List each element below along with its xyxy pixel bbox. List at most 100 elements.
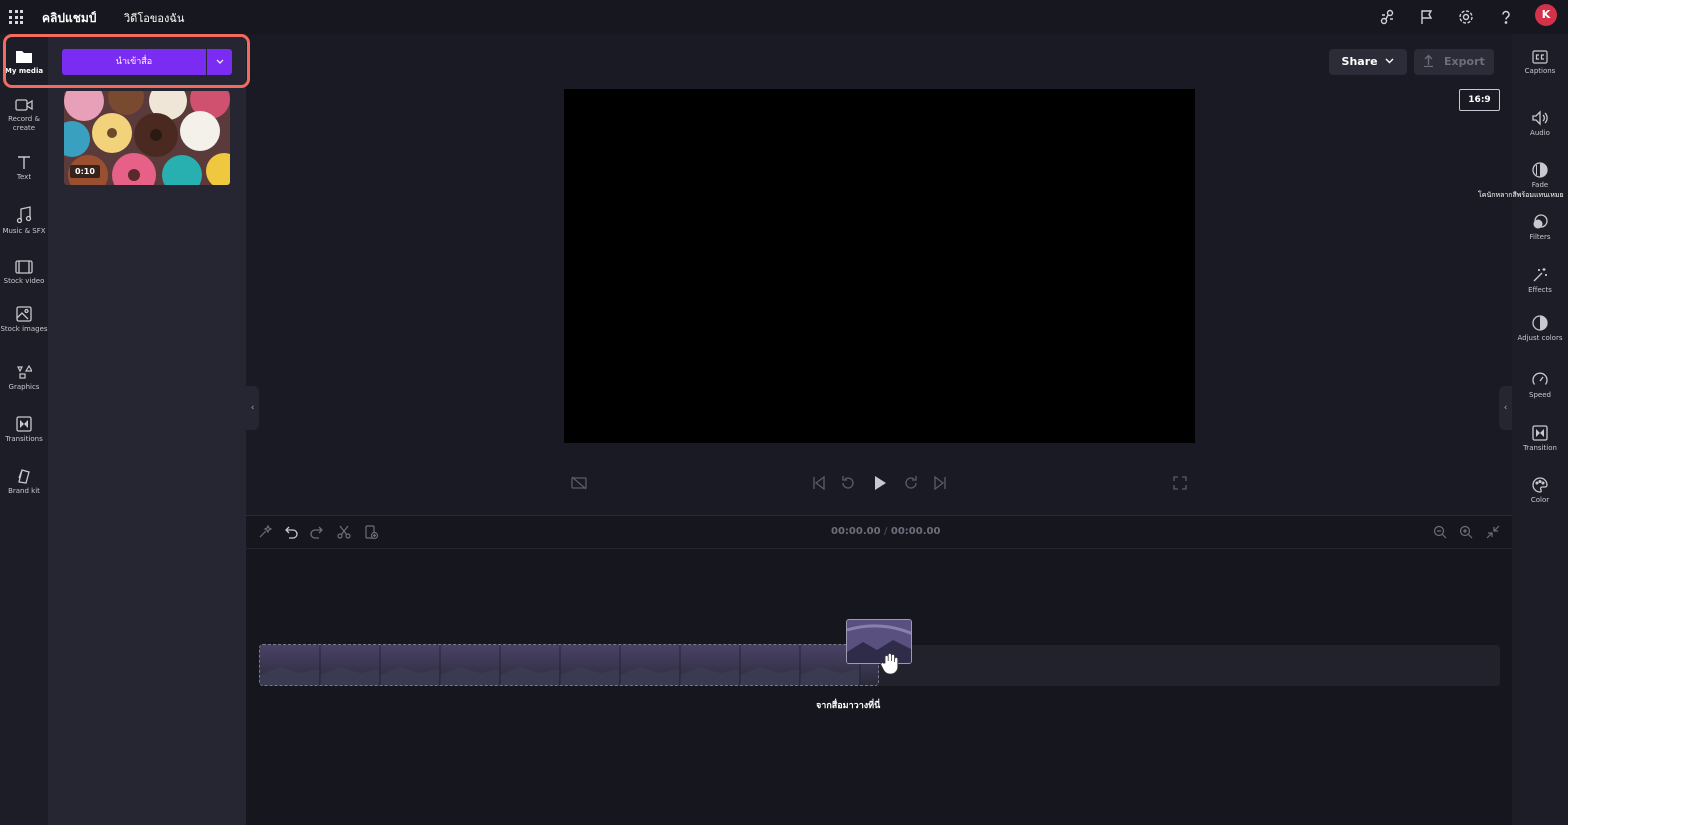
media-duration-badge: 0:10 [70, 165, 100, 178]
speedometer-icon [1532, 372, 1548, 385]
sidebar-item-label: Music & SFX [2, 227, 46, 235]
zoom-out-icon[interactable] [1432, 524, 1448, 540]
video-preview [564, 89, 1195, 443]
drop-hint-label: จากสื่อมาวางที่นี่ [816, 701, 881, 711]
captions-icon [1532, 50, 1548, 64]
top-bar: คลิปแชมป์ วิดีโอของฉัน K [0, 0, 1568, 34]
sidebar-item-transition[interactable]: Transition [1512, 425, 1568, 453]
filters-icon [1533, 214, 1548, 229]
speaker-icon [1532, 110, 1548, 126]
flag-icon[interactable] [1418, 8, 1436, 26]
rewind-5-icon[interactable] [839, 474, 857, 492]
sidebar-item-color[interactable]: Color [1512, 477, 1568, 505]
brand-icon [18, 469, 30, 484]
skip-back-icon[interactable] [810, 474, 828, 492]
timeline-timecode: 00:00.00 / 00:00.00 [831, 526, 940, 537]
wand-icon [1533, 268, 1547, 282]
sidebar-item-brand-kit[interactable]: Brand kit [0, 468, 48, 496]
sidebar-item-label: Effects [1528, 286, 1552, 294]
right-sidebar: Captions Audio Fade Filters Effects Adju… [1512, 34, 1568, 825]
fade-icon [1532, 162, 1548, 178]
sidebar-item-label: Adjust colors [1517, 334, 1563, 342]
collapse-properties-panel-button[interactable]: ‹ [1499, 386, 1512, 430]
undo-icon[interactable] [283, 524, 299, 540]
sidebar-item-label: Filters [1529, 233, 1551, 241]
transition-icon [16, 416, 32, 432]
current-time: 00:00.00 [831, 526, 881, 537]
sidebar-item-stock-images[interactable]: Stock images [0, 306, 48, 334]
sidebar-item-captions[interactable]: Captions [1512, 50, 1568, 76]
timeline-toolbar: 00:00.00 / 00:00.00 [246, 516, 1512, 549]
timeline: 00:00.00 / 00:00.00 จากสื่อมาวางที่นี่ [246, 515, 1512, 825]
sidebar-item-filters[interactable]: Filters [1512, 214, 1568, 242]
sidebar-item-label: Transitions [5, 435, 43, 443]
sidebar-item-label: Transition [1523, 444, 1557, 452]
help-icon[interactable] [1497, 8, 1515, 26]
media-item-donuts[interactable]: 0:10 [64, 91, 230, 185]
magic-edit-icon[interactable] [257, 524, 273, 540]
chevron-down-icon [1385, 49, 1394, 75]
sidebar-item-label: Graphics [8, 383, 40, 391]
left-sidebar: My media Record & create Text Music & SF… [0, 34, 48, 825]
sidebar-item-speed[interactable]: Speed [1512, 372, 1568, 400]
split-scissors-icon[interactable] [336, 524, 352, 540]
timeline-drop-zone[interactable] [259, 644, 879, 686]
shapes-icon [17, 364, 32, 379]
dragged-clip-preview-strip [260, 645, 878, 685]
fade-tooltip: โคนักหลากสีพร้อมแทนเหมย [1478, 191, 1564, 199]
app-launcher-icon[interactable] [9, 10, 23, 24]
film-icon [15, 260, 33, 274]
grab-hand-icon [880, 653, 899, 675]
total-time: 00:00.00 [890, 526, 941, 537]
sidebar-item-label: Brand kit [8, 487, 40, 495]
gear-icon[interactable] [1457, 8, 1475, 26]
avatar[interactable]: K [1535, 4, 1557, 26]
export-label: Export [1444, 55, 1485, 68]
transition-icon [1532, 425, 1548, 441]
text-icon [18, 156, 30, 169]
sidebar-item-label: Captions [1524, 67, 1556, 75]
time-separator: / [884, 526, 888, 537]
add-to-timeline-icon[interactable] [363, 524, 379, 540]
zoom-in-icon[interactable] [1458, 524, 1474, 540]
play-icon[interactable] [871, 474, 889, 492]
music-icon [16, 206, 32, 224]
image-icon [16, 306, 32, 322]
import-highlight-outline [3, 34, 250, 88]
sidebar-item-text[interactable]: Text [0, 154, 48, 182]
hide-preview-icon[interactable] [570, 474, 588, 492]
sidebar-item-music-sfx[interactable]: Music & SFX [0, 206, 48, 236]
aspect-ratio-button[interactable]: 16:9 [1459, 89, 1500, 111]
sidebar-item-label: Fade [1531, 181, 1549, 189]
share-link-icon[interactable] [1378, 8, 1396, 26]
nav-my-videos[interactable]: วิดีโอของฉัน [124, 9, 184, 27]
sidebar-item-label: Text [16, 173, 32, 181]
sidebar-item-label: Speed [1529, 391, 1551, 399]
palette-icon [1532, 477, 1548, 493]
upload-icon [1423, 51, 1434, 77]
forward-5-icon[interactable] [902, 474, 920, 492]
app-name[interactable]: คลิปแชมป์ [42, 9, 96, 28]
sidebar-item-stock-video[interactable]: Stock video [0, 260, 48, 286]
sidebar-item-label: Record & create [8, 115, 40, 132]
fit-timeline-icon[interactable] [1485, 524, 1501, 540]
sidebar-item-adjust-colors[interactable]: Adjust colors [1512, 315, 1568, 343]
sidebar-item-label: Audio [1530, 129, 1550, 137]
sidebar-item-transitions[interactable]: Transitions [0, 416, 48, 444]
sidebar-item-graphics[interactable]: Graphics [0, 364, 48, 392]
sidebar-item-effects[interactable]: Effects [1512, 267, 1568, 295]
redo-icon[interactable] [309, 524, 325, 540]
clipchamp-editor: คลิปแชมป์ วิดีโอของฉัน K My media Record… [0, 0, 1568, 825]
sidebar-item-label: Color [1530, 496, 1550, 504]
sidebar-item-audio[interactable]: Audio [1512, 110, 1568, 138]
sidebar-item-fade[interactable]: Fade [1512, 162, 1568, 190]
share-label: Share [1341, 55, 1378, 68]
share-button[interactable]: Share [1329, 49, 1407, 75]
camera-icon [15, 99, 33, 111]
collapse-media-panel-button[interactable]: ‹ [246, 386, 259, 430]
skip-forward-icon[interactable] [931, 474, 949, 492]
sidebar-item-record-create[interactable]: Record & create [0, 98, 48, 133]
export-button[interactable]: Export [1414, 49, 1494, 75]
contrast-icon [1532, 315, 1548, 331]
fullscreen-icon[interactable] [1171, 474, 1189, 492]
